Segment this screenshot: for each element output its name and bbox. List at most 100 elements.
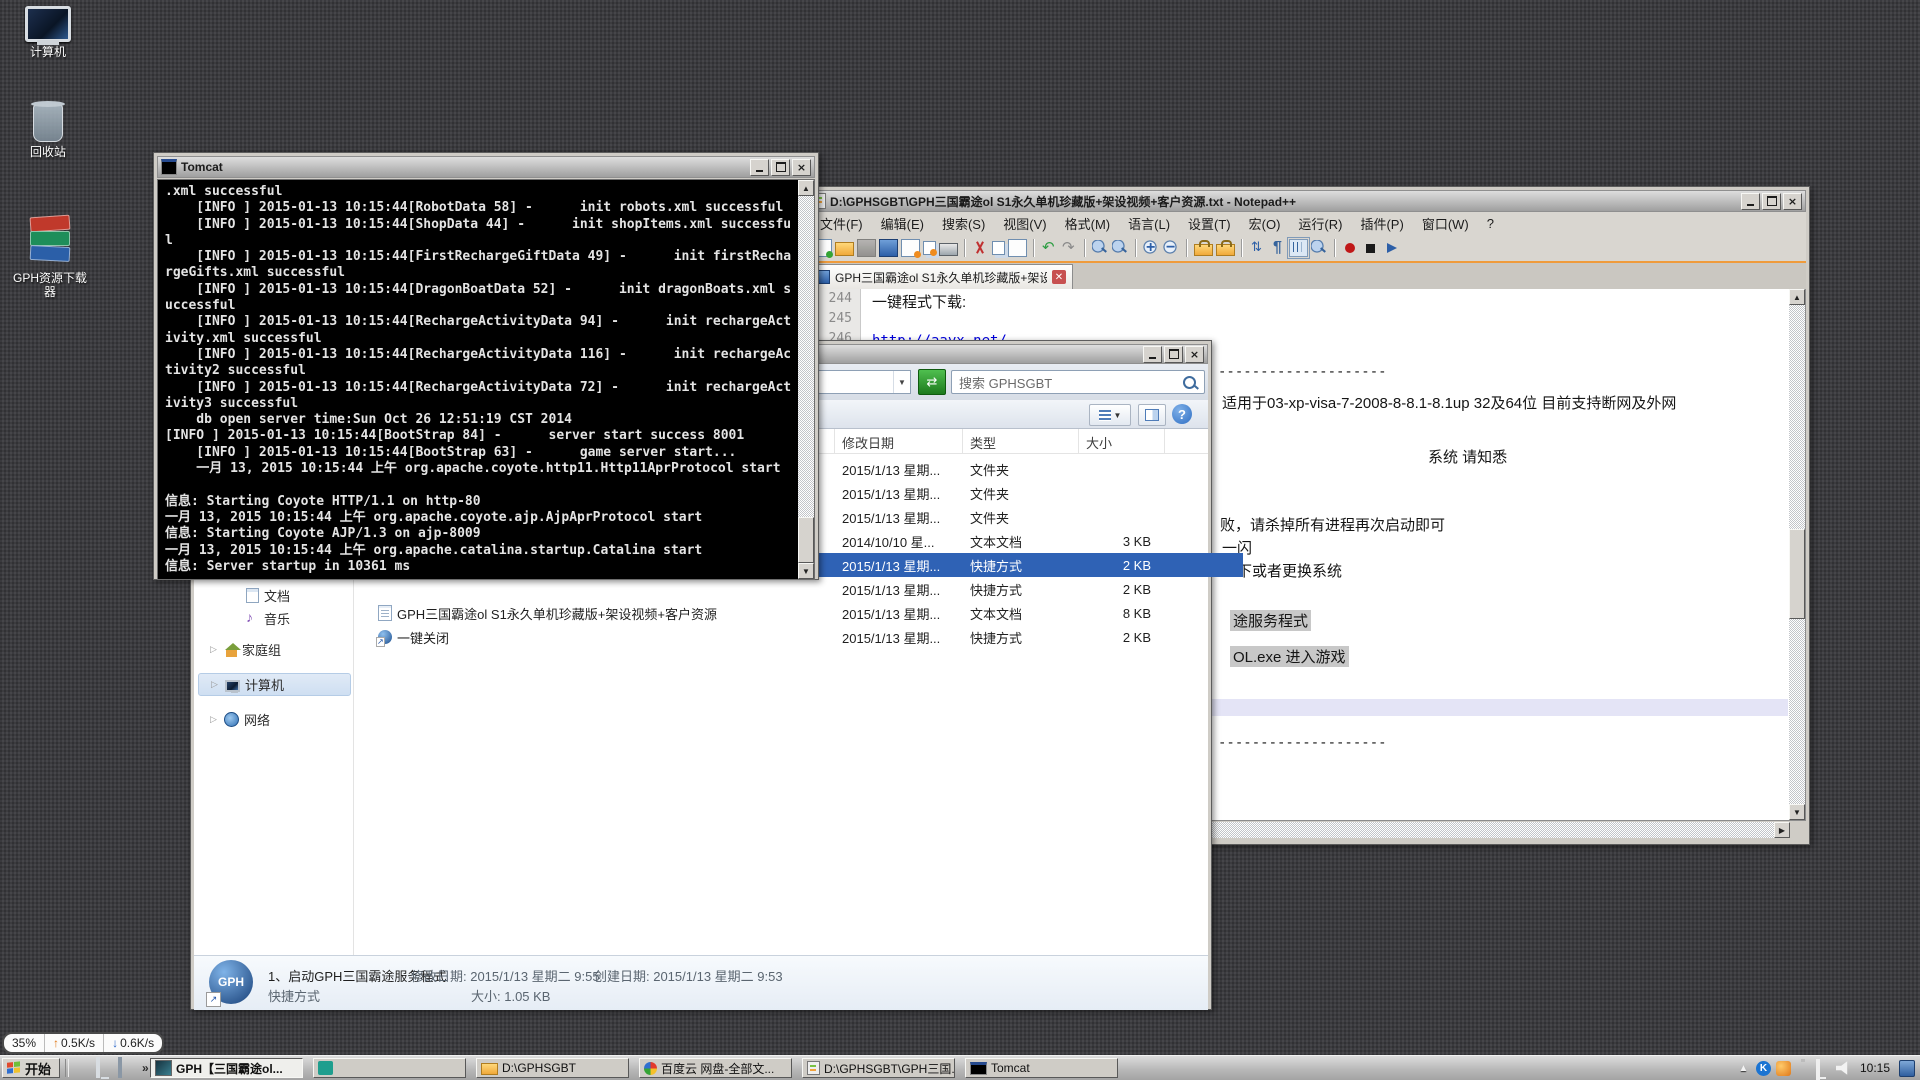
editor-vertical-scrollbar[interactable]: ▲ ▼ (1789, 289, 1805, 820)
close-button[interactable]: × (1783, 193, 1802, 210)
menu-item[interactable]: 文件(F) (811, 212, 872, 235)
tab-close-icon[interactable]: ✕ (1052, 270, 1066, 284)
start-button[interactable]: 开始 (2, 1058, 60, 1078)
console-output[interactable]: .xml successful [INFO ] 2015-01-13 10:15… (157, 179, 815, 580)
column-header-date[interactable]: 修改日期 (835, 429, 963, 453)
menu-item[interactable]: 编辑(E) (872, 212, 933, 235)
save-all-icon[interactable] (879, 239, 898, 257)
help-button[interactable]: ? (1172, 404, 1192, 424)
menu-item[interactable]: 搜索(S) (933, 212, 994, 235)
kingsoft-tray-icon[interactable]: K (1756, 1061, 1771, 1076)
file-type: 文件夹 (963, 484, 1079, 503)
change-view-button[interactable]: ▼ (1089, 404, 1131, 426)
minimize-button[interactable] (1741, 193, 1760, 210)
usb-tray-icon[interactable] (1796, 1061, 1811, 1076)
nav-item[interactable]: ▷ 家庭组 (198, 639, 351, 660)
copy-icon[interactable] (992, 241, 1005, 255)
console-vertical-scrollbar[interactable]: ▲ ▼ (798, 180, 814, 579)
close-button[interactable]: × (1185, 346, 1204, 363)
menu-item[interactable]: 宏(O) (1240, 212, 1290, 235)
minimize-button[interactable] (1143, 346, 1162, 363)
column-header-type[interactable]: 类型 (963, 429, 1079, 453)
redo-icon[interactable] (1061, 240, 1078, 256)
views-icon (1099, 410, 1111, 421)
document-map-icon[interactable] (1311, 240, 1328, 256)
show-desktop-icon[interactable] (118, 1059, 136, 1077)
play-macro-icon[interactable] (1382, 240, 1399, 256)
column-header-size[interactable]: 大小 (1079, 429, 1165, 453)
expand-arrow-icon[interactable]: ▷ (210, 644, 217, 655)
menu-item[interactable]: 插件(P) (1351, 212, 1412, 235)
media-player-icon[interactable] (74, 1059, 92, 1077)
sync-vertical-scroll-icon[interactable] (1194, 244, 1213, 256)
security-tray-icon[interactable] (1776, 1061, 1791, 1076)
menu-item[interactable]: 设置(T) (1179, 212, 1240, 235)
file-row[interactable]: 一键关闭 2015/1/13 星期... 快捷方式 2 KB (354, 625, 1208, 649)
desktop-icon-recycle-bin[interactable]: 回收站 (6, 104, 90, 159)
show-hidden-icons-icon[interactable]: ▲ (1736, 1061, 1751, 1076)
search-icon[interactable] (1183, 376, 1196, 389)
taskbar-button[interactable]: Tomcat (965, 1058, 1118, 1078)
file-row[interactable]: GPH三国霸途ol S1永久单机珍藏版+架设视频+客户资源 2015/1/13 … (354, 601, 1208, 625)
menu-item[interactable]: ? (1478, 214, 1503, 233)
preview-pane-button[interactable] (1138, 404, 1166, 426)
maximize-button[interactable] (1164, 346, 1183, 363)
nav-item[interactable]: 音乐 (198, 608, 351, 629)
undo-icon[interactable] (1041, 240, 1058, 256)
notepadpp-menubar: 文件(F)编辑(E)搜索(S)视图(V)格式(M)语言(L)设置(T)宏(O)运… (807, 212, 1806, 234)
cut-icon[interactable] (972, 240, 989, 256)
menu-item[interactable]: 窗口(W) (1413, 212, 1478, 235)
network-tray-icon[interactable] (1816, 1061, 1831, 1076)
network-monitor-widget[interactable]: 35% ↑0.5K/s ↓0.6K/s (2, 1032, 164, 1054)
maximize-button[interactable] (1762, 193, 1781, 210)
nav-item[interactable]: ▷ 计算机 (198, 673, 351, 696)
save-icon[interactable] (857, 239, 876, 257)
show-desktop-toggle[interactable] (1899, 1060, 1915, 1077)
my-computer-icon[interactable] (96, 1059, 114, 1077)
paste-icon[interactable] (1008, 239, 1027, 257)
close-all-icon[interactable] (923, 241, 936, 255)
word-wrap-icon[interactable] (1249, 240, 1266, 256)
tomcat-titlebar[interactable]: Tomcat × (157, 156, 815, 178)
desktop-icon-gph-downloader[interactable]: GPH资源下载器 (6, 214, 94, 299)
print-icon[interactable] (939, 243, 958, 256)
nav-item[interactable]: 文档 (198, 585, 351, 606)
record-macro-icon[interactable] (1342, 240, 1359, 256)
menu-item[interactable]: 语言(L) (1119, 212, 1179, 235)
expand-arrow-icon[interactable]: ▷ (210, 714, 217, 725)
sync-horizontal-scroll-icon[interactable] (1216, 244, 1235, 256)
taskbar-button[interactable] (313, 1058, 466, 1078)
indent-guide-icon[interactable] (1289, 239, 1308, 257)
refresh-button[interactable]: ⇄ (918, 369, 946, 395)
zoom-in-icon[interactable] (1143, 240, 1160, 256)
stop-macro-icon[interactable] (1362, 240, 1379, 256)
zoom-out-icon[interactable] (1163, 240, 1180, 256)
nav-item[interactable]: ▷ 网络 (198, 709, 351, 730)
replace-icon[interactable] (1112, 240, 1129, 256)
taskbar-button[interactable]: D:\GPHSGBT\GPH三国... (802, 1058, 955, 1078)
clock[interactable]: 10:15 (1856, 1061, 1894, 1075)
menu-item[interactable]: 视图(V) (994, 212, 1055, 235)
file-row[interactable]: 2015/1/13 星期... 快捷方式 2 KB (354, 577, 1208, 601)
quick-launch-overflow-icon[interactable]: » (142, 1061, 149, 1075)
minimize-button[interactable] (750, 159, 769, 176)
menu-item[interactable]: 运行(R) (1289, 212, 1351, 235)
taskbar-button[interactable]: GPH【三国霸途ol... (150, 1058, 303, 1078)
document-tab[interactable]: GPH三国霸途ol S1永久单机珍藏版+架设视频+客户资源.txt ✕ (809, 264, 1073, 289)
file-type: 快捷方式 (963, 556, 1079, 575)
show-all-characters-icon[interactable] (1269, 240, 1286, 256)
open-file-icon[interactable] (835, 242, 854, 256)
search-input[interactable]: 搜索 GPHSGBT (951, 370, 1205, 394)
maximize-button[interactable] (771, 159, 790, 176)
expand-arrow-icon[interactable]: ▷ (211, 679, 218, 690)
volume-tray-icon[interactable] (1836, 1061, 1851, 1076)
menu-item[interactable]: 格式(M) (1056, 212, 1120, 235)
close-file-icon[interactable] (901, 239, 920, 257)
taskbar-button[interactable]: D:\GPHSGBT (476, 1058, 629, 1078)
close-button[interactable]: × (792, 159, 811, 176)
desktop-icon-computer[interactable]: 计算机 (6, 6, 90, 59)
taskbar-button[interactable]: 百度云 网盘-全部文... (639, 1058, 792, 1078)
find-icon[interactable] (1092, 240, 1109, 256)
address-dropdown-icon[interactable]: ▼ (893, 371, 910, 393)
notepadpp-titlebar[interactable]: D:\GPHSGBT\GPH三国霸途ol S1永久单机珍藏版+架设视频+客户资源… (807, 190, 1806, 212)
